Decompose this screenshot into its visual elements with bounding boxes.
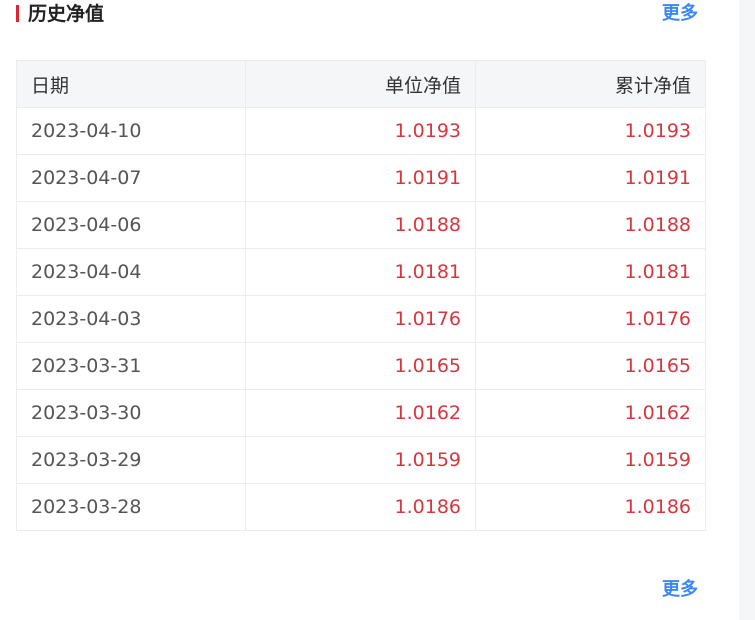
table-row: 2023-03-31 1.0165 1.0165 (16, 342, 706, 390)
row-date: 2023-04-03 (16, 295, 246, 343)
column-header-date: 日期 (16, 60, 246, 108)
row-unit-nav: 1.0191 (245, 154, 476, 202)
row-date: 2023-04-07 (16, 154, 246, 202)
row-cumulative-nav: 1.0159 (475, 436, 706, 484)
row-unit-nav: 1.0188 (245, 201, 476, 249)
table-row: 2023-03-29 1.0159 1.0159 (16, 436, 706, 484)
row-cumulative-nav: 1.0181 (475, 248, 706, 296)
table-row: 2023-04-06 1.0188 1.0188 (16, 201, 706, 249)
row-cumulative-nav: 1.0162 (475, 389, 706, 437)
row-cumulative-nav: 1.0188 (475, 201, 706, 249)
row-cumulative-nav: 1.0186 (475, 483, 706, 531)
table-row: 2023-03-30 1.0162 1.0162 (16, 389, 706, 437)
table-row: 2023-04-07 1.0191 1.0191 (16, 154, 706, 202)
row-unit-nav: 1.0162 (245, 389, 476, 437)
more-link-top[interactable]: 更多 (662, 1, 698, 27)
row-unit-nav: 1.0159 (245, 436, 476, 484)
row-date: 2023-03-30 (16, 389, 246, 437)
section-title: 历史净值 (28, 3, 105, 25)
table-row: 2023-04-10 1.0193 1.0193 (16, 107, 706, 155)
section-header: 历史净值 更多 (0, 0, 722, 30)
row-date: 2023-03-28 (16, 483, 246, 531)
row-unit-nav: 1.0193 (245, 107, 476, 155)
more-link-bottom[interactable]: 更多 (662, 577, 698, 603)
row-date: 2023-03-29 (16, 436, 246, 484)
table-row: 2023-04-04 1.0181 1.0181 (16, 248, 706, 296)
title-accent-bar (16, 5, 19, 22)
row-unit-nav: 1.0181 (245, 248, 476, 296)
table-row: 2023-04-03 1.0176 1.0176 (16, 295, 706, 343)
table-row: 2023-03-28 1.0186 1.0186 (16, 483, 706, 531)
row-unit-nav: 1.0186 (245, 483, 476, 531)
nav-history-panel: 历史净值 更多 日期 单位净值 累计净值 2023-04-10 1.0193 1… (0, 0, 755, 620)
row-date: 2023-04-06 (16, 201, 246, 249)
column-header-cumulative-nav: 累计净值 (475, 60, 706, 108)
row-date: 2023-03-31 (16, 342, 246, 390)
row-unit-nav: 1.0176 (245, 295, 476, 343)
row-cumulative-nav: 1.0176 (475, 295, 706, 343)
row-cumulative-nav: 1.0165 (475, 342, 706, 390)
row-date: 2023-04-10 (16, 107, 246, 155)
column-header-unit-nav: 单位净值 (245, 60, 476, 108)
row-cumulative-nav: 1.0191 (475, 154, 706, 202)
table-header-row: 日期 单位净值 累计净值 (16, 60, 706, 108)
row-cumulative-nav: 1.0193 (475, 107, 706, 155)
row-date: 2023-04-04 (16, 248, 246, 296)
scroll-gutter (739, 0, 755, 620)
nav-history-table: 日期 单位净值 累计净值 2023-04-10 1.0193 1.0193 20… (16, 60, 706, 531)
row-unit-nav: 1.0165 (245, 342, 476, 390)
